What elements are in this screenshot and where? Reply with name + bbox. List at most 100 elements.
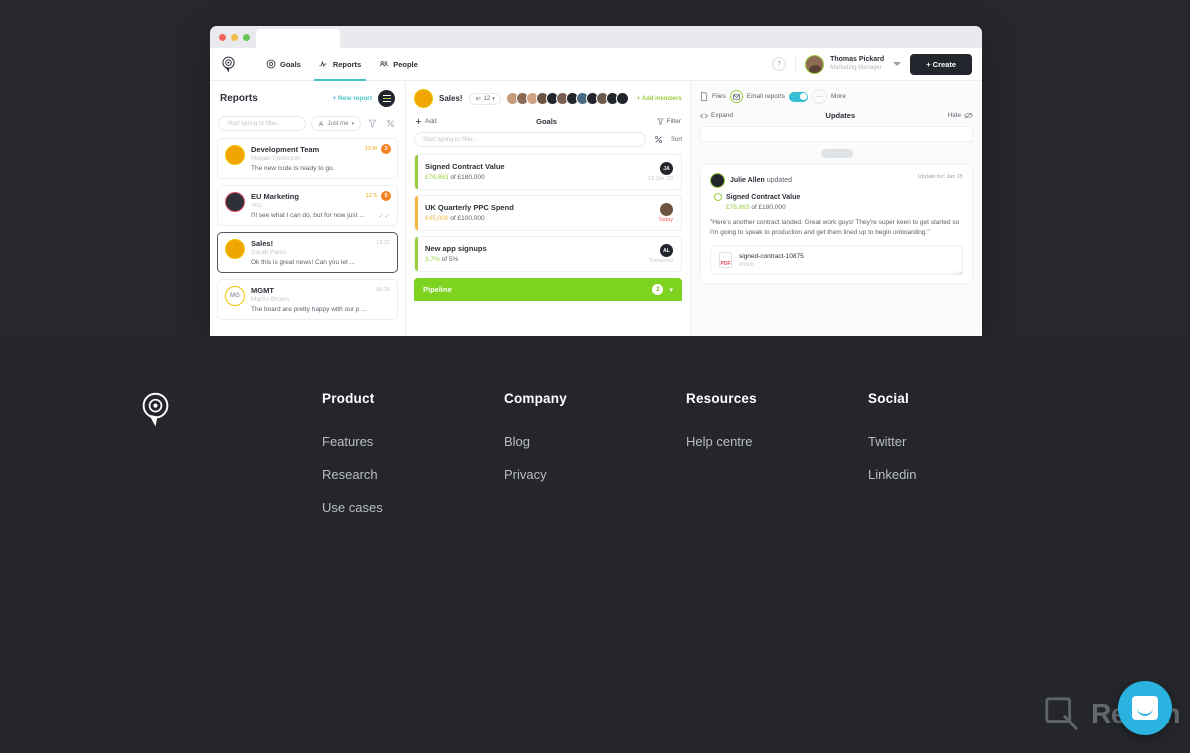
nav-item-people[interactable]: People [370, 48, 427, 81]
revain-logo-icon [1045, 697, 1079, 731]
goal-current: 3.7% [425, 256, 440, 263]
footer-link-help-centre[interactable]: Help centre [686, 434, 868, 449]
goal-card[interactable]: UK Quarterly PPC Spend £45,000 of £100,0… [414, 195, 682, 231]
owner-filter-dropdown[interactable]: Just me ▾ [311, 116, 361, 131]
list-item[interactable]: Sales! Sarah Parks Ok this is great news… [217, 232, 398, 273]
hide-button[interactable]: Hide [948, 112, 973, 119]
chevron-down-icon[interactable]: ▾ [669, 286, 673, 294]
updates-bar: Expand Updates Hide [691, 109, 982, 126]
plus-icon [415, 118, 422, 125]
filter-label: Filter [666, 118, 681, 125]
reports-panel: Reports + New report Start typing to fil… [210, 81, 406, 336]
attachment-item[interactable]: PDF signed-contract-10875 403kb [710, 245, 963, 276]
update-flag: Update for: Jan 15 [917, 174, 963, 180]
reports-panel-header: Reports + New report [210, 81, 405, 114]
list-menu-icon[interactable] [378, 90, 395, 107]
email-icon[interactable] [729, 90, 743, 103]
chevron-down-icon[interactable] [893, 62, 902, 66]
footer-link-research[interactable]: Research [322, 467, 504, 482]
goals-toolbar: Add Goals Filter [406, 114, 690, 132]
list-item[interactable]: EU Marketing You I'll see what I can do,… [217, 185, 398, 226]
target-icon [266, 59, 276, 69]
like-button[interactable]: Like [953, 271, 963, 277]
report-message: The board are pretty happy with our p ..… [251, 306, 367, 313]
footer-link-linkedin[interactable]: Linkedin [868, 467, 1050, 482]
footer: Product Features Research Use cases Comp… [0, 336, 1190, 753]
expand-button[interactable]: Expand [700, 112, 733, 119]
member-count-chip[interactable]: 12 ▾ [468, 92, 501, 105]
nav-item-reports[interactable]: Reports [310, 48, 370, 81]
person-icon [319, 120, 324, 126]
people-icon [379, 61, 388, 67]
chevron-down-icon: ▾ [351, 120, 354, 127]
owner-filter-label: Just me [327, 120, 349, 127]
update-card[interactable]: Julie Allen updated Update for: Jan 15 S… [700, 164, 973, 285]
new-report-button[interactable]: + New report [332, 95, 372, 102]
sort-label[interactable]: Sort [671, 137, 682, 143]
report-title: MGMT [251, 286, 274, 295]
list-item[interactable]: Development Team Megan Patterson The new… [217, 138, 398, 179]
create-button[interactable]: + Create [910, 53, 972, 75]
goal-card[interactable]: Signed Contract Value £76,863 of £180,00… [414, 154, 682, 190]
report-time: 12 S [365, 193, 377, 199]
goal-progress: £76,863 of £180,000 [425, 174, 673, 181]
footer-heading-product: Product [322, 391, 375, 406]
list-item[interactable]: MG MGMT Martin Brown The board are prett… [217, 279, 398, 320]
percent-icon[interactable] [652, 133, 665, 146]
goal-target: of £180,000 [450, 174, 485, 181]
chat-button[interactable] [1118, 681, 1172, 735]
maximize-window-dot[interactable] [243, 34, 250, 41]
previous-update-card[interactable] [700, 126, 973, 142]
member-count: 12 [483, 95, 491, 102]
updates-title: Updates [825, 111, 856, 120]
goal-progress: £45,000 of £100,000 [425, 215, 673, 222]
add-members-button[interactable]: + Add members [637, 96, 682, 102]
nav-right-group: ? Thomas Pickard Marketing Manager + Cre… [772, 53, 972, 75]
help-button[interactable]: ? [772, 57, 787, 71]
pipeline-section[interactable]: Pipeline 2 ▾ [414, 278, 682, 301]
add-goal-button[interactable]: Add [415, 118, 437, 125]
close-window-dot[interactable] [219, 34, 226, 41]
nav-item-goals[interactable]: Goals [257, 48, 310, 81]
report-title: Sales! [251, 239, 274, 248]
minimize-window-dot[interactable] [231, 34, 238, 41]
browser-tab[interactable] [256, 29, 340, 48]
update-goal: Signed Contract Value [714, 193, 963, 201]
email-reports-toggle[interactable] [789, 91, 809, 102]
update-progress: £76,863 of £180,000 [726, 204, 963, 211]
percent-icon[interactable] [384, 117, 397, 130]
funnel-icon [657, 118, 663, 125]
goals-search-input[interactable]: Start typing to filter... [414, 132, 646, 147]
footer-link-privacy[interactable]: Privacy [504, 467, 686, 482]
footer-link-use-cases[interactable]: Use cases [322, 500, 504, 515]
footer-heading-social: Social [868, 391, 909, 406]
updates-panel-toolbar: Files Email reports ⋯ More [691, 81, 982, 109]
more-icon[interactable]: ⋯ [812, 89, 828, 104]
member-avatars[interactable] [505, 92, 629, 105]
goal-target: of 5% [441, 256, 459, 263]
attachment-filename: signed-contract-10875 [739, 252, 804, 260]
funnel-icon[interactable] [366, 117, 379, 130]
goals-list: Signed Contract Value £76,863 of £180,00… [406, 154, 690, 272]
email-reports-label: Email reports [746, 93, 786, 100]
goal-name: New app signups [425, 244, 487, 253]
goal-card[interactable]: New app signups 3.7% of 5% AL Tomorrow [414, 236, 682, 272]
footer-logo[interactable] [140, 391, 322, 533]
avatar [660, 203, 673, 216]
update-author-name: Julie Allen [730, 177, 765, 184]
sameware-pin-logo-icon[interactable] [220, 56, 237, 73]
goal-name: Signed Contract Value [425, 162, 505, 171]
more-label[interactable]: More [831, 93, 846, 100]
goals-panel: Sales! 12 ▾ + Add members Add Goals Filt… [406, 81, 691, 336]
footer-link-features[interactable]: Features [322, 434, 504, 449]
avatar [805, 54, 825, 74]
user-menu[interactable]: Thomas Pickard Marketing Manager [805, 54, 884, 74]
files-button[interactable]: Files [700, 92, 726, 101]
footer-link-twitter[interactable]: Twitter [868, 434, 1050, 449]
goals-filter-button[interactable]: Filter [657, 118, 681, 125]
reports-search-input[interactable]: Start typing to filter... [218, 116, 307, 131]
date-divider-pill [820, 149, 853, 158]
report-time: 13:37 [376, 240, 390, 246]
footer-columns: Product Features Research Use cases Comp… [140, 391, 1050, 533]
footer-link-blog[interactable]: Blog [504, 434, 686, 449]
